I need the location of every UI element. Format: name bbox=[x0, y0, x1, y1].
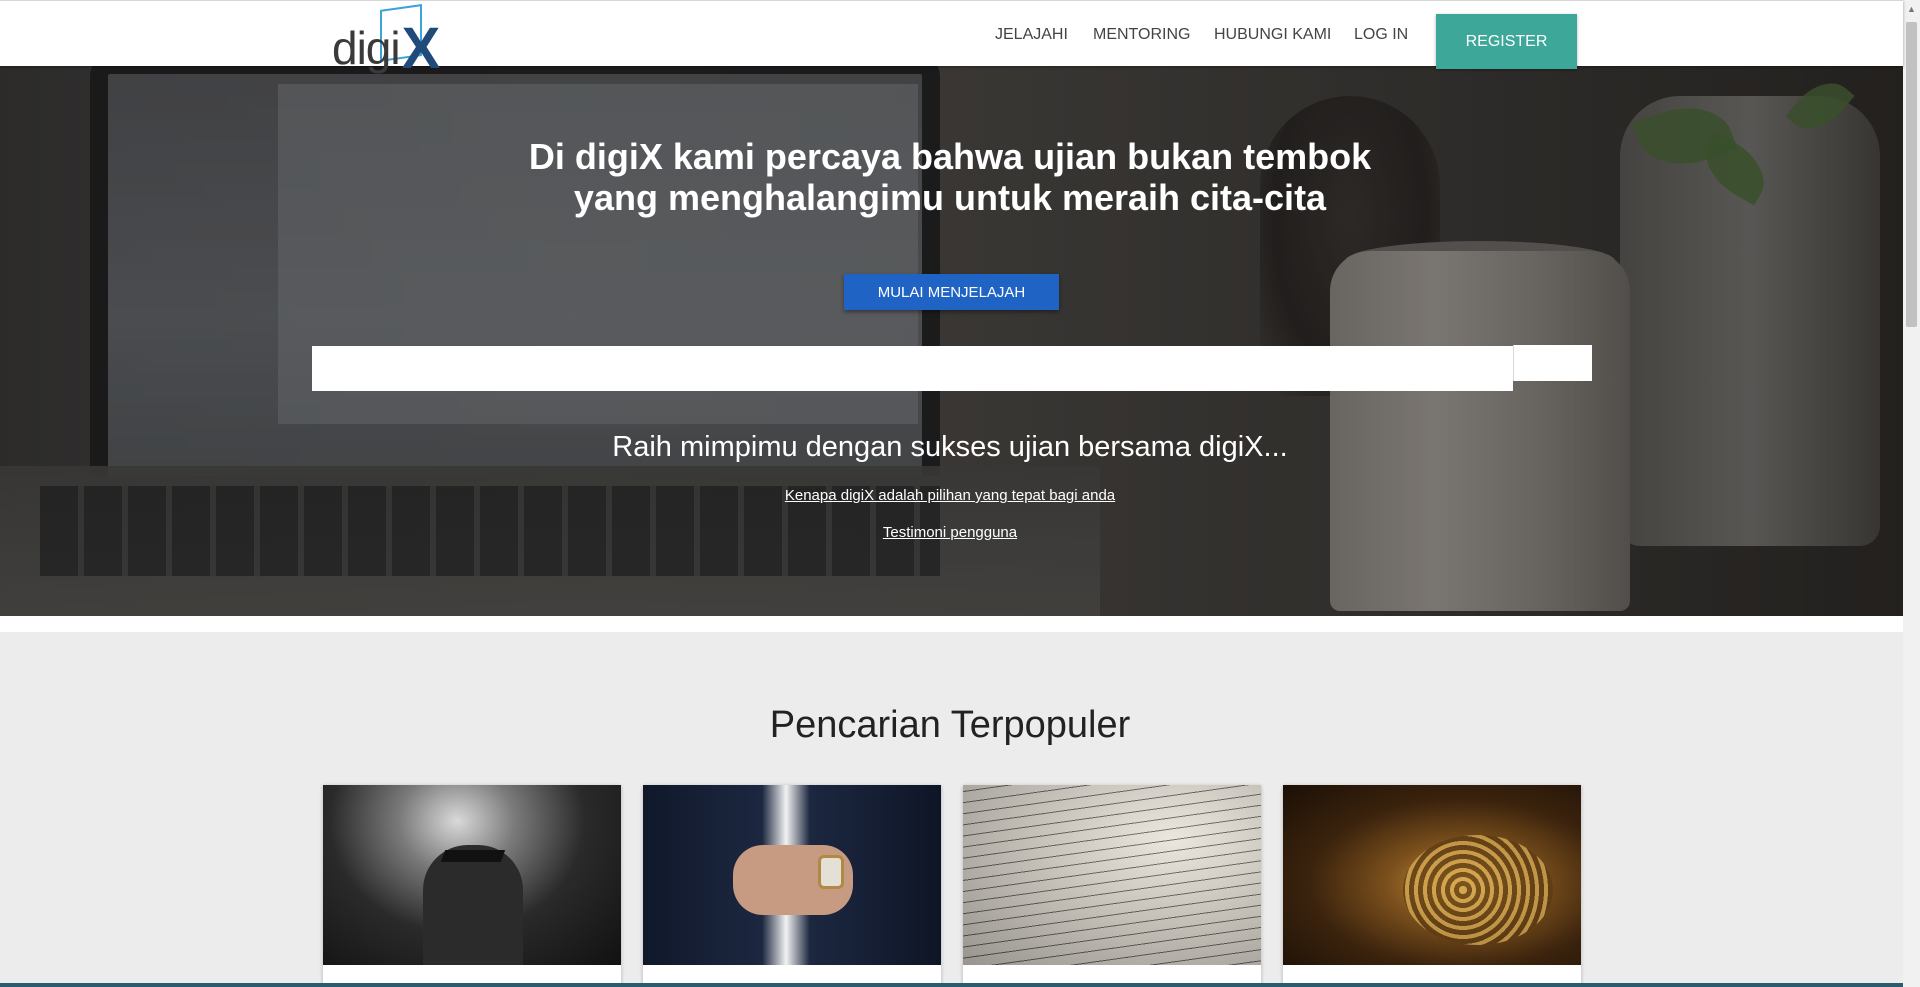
hero-banner: Di digiX kami percaya bahwa ujian bukan … bbox=[0, 66, 1903, 616]
nav-link-jelajahi[interactable]: JELAJAHI bbox=[995, 26, 1068, 44]
hero-subtitle: Raih mimpimu dengan sukses ujian bersama… bbox=[612, 431, 1288, 463]
search-button[interactable] bbox=[1513, 345, 1592, 381]
why-digix-link[interactable]: Kenapa digiX adalah pilihan yang tepat b… bbox=[600, 487, 1300, 504]
top-navbar: digiX JELAJAHI MENTORING HUBUNGI KAMI LO… bbox=[0, 0, 1903, 81]
graduate-photo bbox=[323, 785, 621, 965]
nav-link-hubungi-kami[interactable]: HUBUNGI KAMI bbox=[1214, 26, 1331, 44]
typewriter-keys bbox=[1403, 835, 1553, 945]
dictionary-shading bbox=[963, 785, 1261, 965]
dictionary-photo bbox=[963, 785, 1261, 965]
popular-card-4[interactable] bbox=[1283, 785, 1581, 987]
hero-title: Di digiX kami percaya bahwa ujian bukan … bbox=[450, 136, 1450, 218]
bottom-edge bbox=[0, 983, 1903, 987]
search-input[interactable] bbox=[312, 346, 1513, 391]
typewriter-photo bbox=[1283, 785, 1581, 965]
hero-title-line1: Di digiX kami percaya bahwa ujian bukan … bbox=[528, 136, 1372, 177]
popular-card-2[interactable] bbox=[643, 785, 941, 987]
graduation-cap bbox=[440, 850, 506, 862]
graduate-silhouette bbox=[423, 845, 523, 965]
scrollbar-thumb[interactable] bbox=[1906, 22, 1917, 327]
hero-title-line2: yang menghalangimu untuk meraih cita-cit… bbox=[573, 177, 1327, 218]
popular-card-3[interactable] bbox=[963, 785, 1261, 987]
watch-shape bbox=[818, 855, 844, 889]
nav-link-log-in[interactable]: LOG IN bbox=[1354, 26, 1408, 44]
scroll-up-arrow-icon[interactable]: ▲ bbox=[1906, 4, 1917, 16]
nav-link-mentoring[interactable]: MENTORING bbox=[1093, 26, 1190, 44]
logo-text: digiX bbox=[332, 11, 441, 81]
digix-logo[interactable]: digiX bbox=[330, 4, 448, 81]
section-title: Pencarian Terpopuler bbox=[769, 704, 1131, 746]
logo-text-accent: X bbox=[401, 16, 441, 81]
popular-searches-section: Pencarian Terpopuler bbox=[0, 632, 1903, 987]
testimonials-link[interactable]: Testimoni pengguna bbox=[600, 524, 1300, 541]
start-exploring-button[interactable]: MULAI MENJELAJAH bbox=[844, 274, 1059, 310]
popular-card-1[interactable] bbox=[323, 785, 621, 987]
logo-text-main: digi bbox=[332, 22, 401, 74]
suit-watch-photo bbox=[643, 785, 941, 965]
register-button[interactable]: REGISTER bbox=[1436, 14, 1577, 69]
